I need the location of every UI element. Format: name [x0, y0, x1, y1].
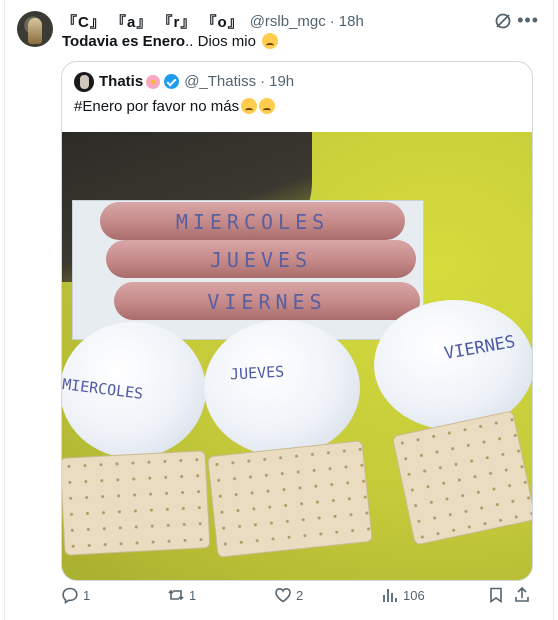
quoted-tweet-text-body: #Enero por favor no más: [74, 98, 240, 115]
quoted-author-avatar: [74, 72, 94, 92]
grok-icon[interactable]: [494, 12, 512, 30]
share-icon: [515, 586, 529, 602]
quoted-author-display-name: Thatis: [99, 73, 144, 90]
views-button[interactable]: 106: [381, 586, 425, 604]
repost-count: 1: [189, 587, 197, 603]
relieved-face-emoji-icon: [241, 98, 258, 114]
bookmark-icon: [490, 587, 502, 604]
reply-icon: [62, 587, 78, 604]
author-avatar[interactable]: [17, 11, 53, 47]
repost-button[interactable]: 1: [167, 586, 196, 604]
sausage: JUEVES: [106, 240, 416, 278]
tweet-text: Todavia es Enero.. Dios mio: [62, 33, 279, 50]
egg: JUEVES: [204, 320, 360, 456]
sausage-label: VIERNES: [207, 290, 327, 314]
avatar-figure: [28, 18, 42, 44]
relieved-face-emoji-icon: [259, 98, 276, 114]
quoted-tweet-text: #Enero por favor no más: [74, 98, 276, 115]
tweet-actions: 1 1 2 106: [61, 586, 536, 608]
more-icon[interactable]: •••: [517, 10, 539, 31]
bookmark-button[interactable]: [487, 586, 509, 604]
reply-count: 1: [83, 587, 91, 603]
tired-face-emoji-icon: [262, 33, 279, 49]
quoted-author-handle: @_Thatiss: [184, 73, 257, 90]
quoted-tweet-photo[interactable]: MIERCOLES JUEVES VIERNES MIERCOLES JUEVE…: [62, 132, 532, 580]
tweet-text-bold: Todavia es Enero: [62, 33, 186, 50]
repost-icon: [168, 589, 184, 601]
tweet-timestamp[interactable]: 18h: [339, 13, 364, 30]
sausage: VIERNES: [114, 282, 420, 320]
sausage: MIERCOLES: [100, 202, 405, 240]
like-button[interactable]: 2: [274, 586, 303, 604]
sausage-label: MIERCOLES: [175, 210, 330, 234]
like-icon: [275, 587, 291, 603]
quoted-header-separator: ·: [260, 73, 266, 90]
egg-label: JUEVES: [229, 362, 285, 384]
header-separator: ·: [329, 12, 335, 30]
egg-label: VIERNES: [442, 331, 517, 365]
tweet-header: 『C』 『a』 『r』 『o』 @rslb_mgc · 18h: [62, 11, 538, 31]
sausage-label: JUEVES: [209, 248, 313, 272]
tweet-text-rest: .. Dios mio: [185, 33, 256, 50]
quoted-tweet-header: Thatis @_Thatiss · 19h: [99, 73, 294, 90]
cracker: [62, 450, 211, 556]
quoted-tweet[interactable]: Thatis @_Thatiss · 19h #Enero por favor …: [61, 61, 533, 581]
cracker: [207, 440, 373, 558]
views-icon: [383, 589, 397, 602]
egg-label: MIERCOLES: [62, 375, 145, 403]
verified-badge-icon: [164, 74, 180, 89]
quoted-tweet-timestamp: 19h: [269, 73, 295, 90]
author-handle[interactable]: @rslb_mgc: [250, 13, 326, 30]
author-display-name[interactable]: 『C』 『a』 『r』 『o』: [62, 11, 244, 32]
views-count: 106: [403, 587, 425, 603]
share-button[interactable]: [513, 586, 535, 604]
like-count: 2: [296, 587, 304, 603]
reply-button[interactable]: 1: [61, 586, 90, 604]
egg: MIERCOLES: [62, 322, 206, 458]
flower-emoji-icon: [146, 74, 161, 89]
